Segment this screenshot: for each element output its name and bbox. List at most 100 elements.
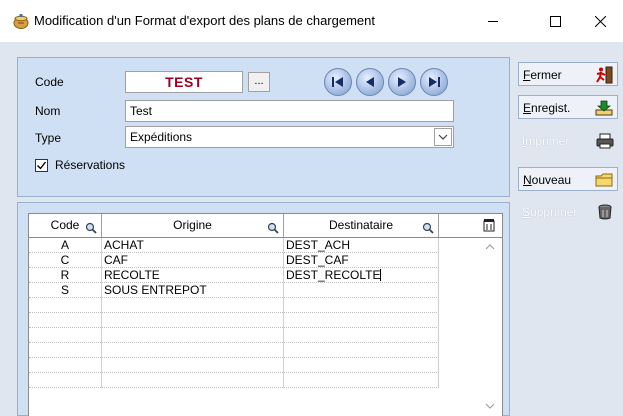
table-cell-origine[interactable] (102, 313, 284, 328)
table-cell-destinataire-text: DEST_RECOLTE (286, 268, 381, 282)
table-cell-destinataire[interactable]: DEST_CAF (284, 253, 439, 268)
table-cell-origine[interactable]: CAF (102, 253, 284, 268)
column-header-origine[interactable]: Origine (102, 214, 284, 237)
table-row[interactable]: S SOUS ENTREPOT (29, 283, 439, 298)
save-tray-icon (595, 99, 613, 125)
table-cell-destinataire[interactable] (284, 358, 439, 373)
table-cell-origine[interactable] (102, 298, 284, 313)
table-cell-code[interactable] (29, 298, 102, 313)
enregistrer-button-label: nregist. (531, 101, 571, 115)
table-cell-origine[interactable]: RECOLTE (102, 268, 284, 283)
reservations-label: Réservations (55, 158, 126, 172)
nom-label: Nom (35, 104, 61, 118)
maximize-icon (549, 15, 561, 27)
table-row[interactable] (29, 328, 439, 343)
close-button[interactable] (577, 0, 623, 42)
code-lookup-button[interactable]: ... (248, 72, 270, 92)
code-label: Code (35, 75, 64, 89)
scroll-down-icon[interactable] (484, 399, 496, 413)
table-cell-code[interactable] (29, 373, 102, 388)
table-cell-destinataire[interactable] (284, 313, 439, 328)
imprimer-button[interactable]: Imprimer (518, 129, 618, 153)
table-body: A ACHAT DEST_ACH C CAF DEST_CAF R RECOLTE DEST_R… (29, 238, 439, 388)
supprimer-button-label: upprimer (530, 205, 578, 219)
chevron-down-icon[interactable] (434, 128, 452, 146)
table-row[interactable]: C CAF DEST_CAF (29, 253, 439, 268)
scroll-up-icon[interactable] (484, 240, 496, 254)
table-cell-code-text: A (60, 238, 69, 252)
table-row[interactable]: R RECOLTE DEST_RECOLTE (29, 268, 439, 283)
column-header-code[interactable]: Code (29, 214, 102, 237)
nouveau-button-label: ouveau (531, 173, 572, 187)
table-cell-origine-text: SOUS ENTREPOT (104, 283, 207, 297)
table-cell-origine[interactable] (102, 328, 284, 343)
first-record-icon (332, 77, 343, 87)
app-pot-icon (12, 12, 30, 30)
table-cell-origine[interactable] (102, 373, 284, 388)
enregistrer-button-mnemonic: E (523, 101, 532, 115)
fermer-button-label: ermer (530, 68, 562, 82)
minimize-icon (487, 20, 498, 22)
table-row[interactable] (29, 298, 439, 313)
table-row[interactable] (29, 313, 439, 328)
table-cell-code[interactable] (29, 358, 102, 373)
table-cell-origine[interactable] (102, 358, 284, 373)
last-record-button[interactable] (420, 68, 448, 96)
table-cell-origine[interactable]: ACHAT (102, 238, 284, 253)
nouveau-button[interactable]: Nouveau (518, 167, 618, 191)
table-cell-destinataire-text: DEST_ACH (286, 238, 351, 252)
table-cell-destinataire[interactable] (284, 283, 439, 298)
trash-bin-icon (596, 203, 614, 229)
table-cell-destinataire[interactable] (284, 298, 439, 313)
table-cell-code[interactable]: A (29, 238, 102, 253)
minimize-button[interactable] (470, 0, 516, 42)
maximize-button[interactable] (532, 0, 578, 42)
next-record-button[interactable] (388, 68, 416, 96)
first-record-button[interactable] (324, 68, 352, 96)
table-cell-origine[interactable] (102, 343, 284, 358)
code-field[interactable]: TEST (125, 71, 243, 93)
column-chooser-icon[interactable] (483, 218, 495, 235)
table-cell-code[interactable]: C (29, 253, 102, 268)
table-cell-origine-text: ACHAT (104, 238, 144, 252)
nouveau-button-mnemonic: N (523, 173, 532, 187)
column-header-code-label: Code (50, 218, 80, 232)
table-cell-code[interactable]: S (29, 283, 102, 298)
reservations-checkbox[interactable] (35, 159, 48, 172)
type-select[interactable]: Expéditions (125, 126, 454, 148)
table-cell-code[interactable] (29, 313, 102, 328)
column-header-destinataire[interactable]: Destinataire (284, 214, 439, 237)
window-client-area: Code TEST ... Nom Test Type Expéditions (0, 42, 623, 416)
table-cell-origine[interactable]: SOUS ENTREPOT (102, 283, 284, 298)
supprimer-button-mnemonic: S (522, 205, 531, 219)
table-cell-destinataire[interactable] (284, 343, 439, 358)
previous-record-icon (366, 77, 374, 87)
table-cell-code[interactable] (29, 343, 102, 358)
last-record-icon (429, 77, 440, 87)
fermer-button[interactable]: Fermer (518, 62, 618, 86)
previous-record-button[interactable] (356, 68, 384, 96)
table-row[interactable] (29, 373, 439, 388)
table-row[interactable]: A ACHAT DEST_ACH (29, 238, 439, 253)
table-cell-code-text: R (60, 268, 70, 282)
table-cell-destinataire[interactable]: DEST_RECOLTE (284, 268, 439, 283)
new-folder-icon (595, 171, 613, 197)
supprimer-button[interactable]: Supprimer (518, 200, 618, 224)
close-icon (594, 15, 606, 27)
table-cell-code[interactable] (29, 328, 102, 343)
next-record-icon (398, 77, 406, 87)
exit-runner-icon (595, 66, 613, 92)
table-cell-code[interactable]: R (29, 268, 102, 283)
type-label: Type (35, 131, 62, 145)
mapping-grid-panel: Code Origine Destinataire A ACHAT DEST_A… (17, 202, 510, 416)
column-header-origine-label: Origine (173, 218, 212, 232)
table-cell-destinataire[interactable]: DEST_ACH (284, 238, 439, 253)
enregistrer-button[interactable]: Enregist. (518, 95, 618, 119)
imprimer-button-label: mprimer (525, 134, 570, 148)
checkmark-icon (37, 161, 47, 170)
table-row[interactable] (29, 358, 439, 373)
table-row[interactable] (29, 343, 439, 358)
nom-field[interactable]: Test (125, 100, 454, 122)
table-cell-destinataire[interactable] (284, 328, 439, 343)
table-cell-destinataire[interactable] (284, 373, 439, 388)
